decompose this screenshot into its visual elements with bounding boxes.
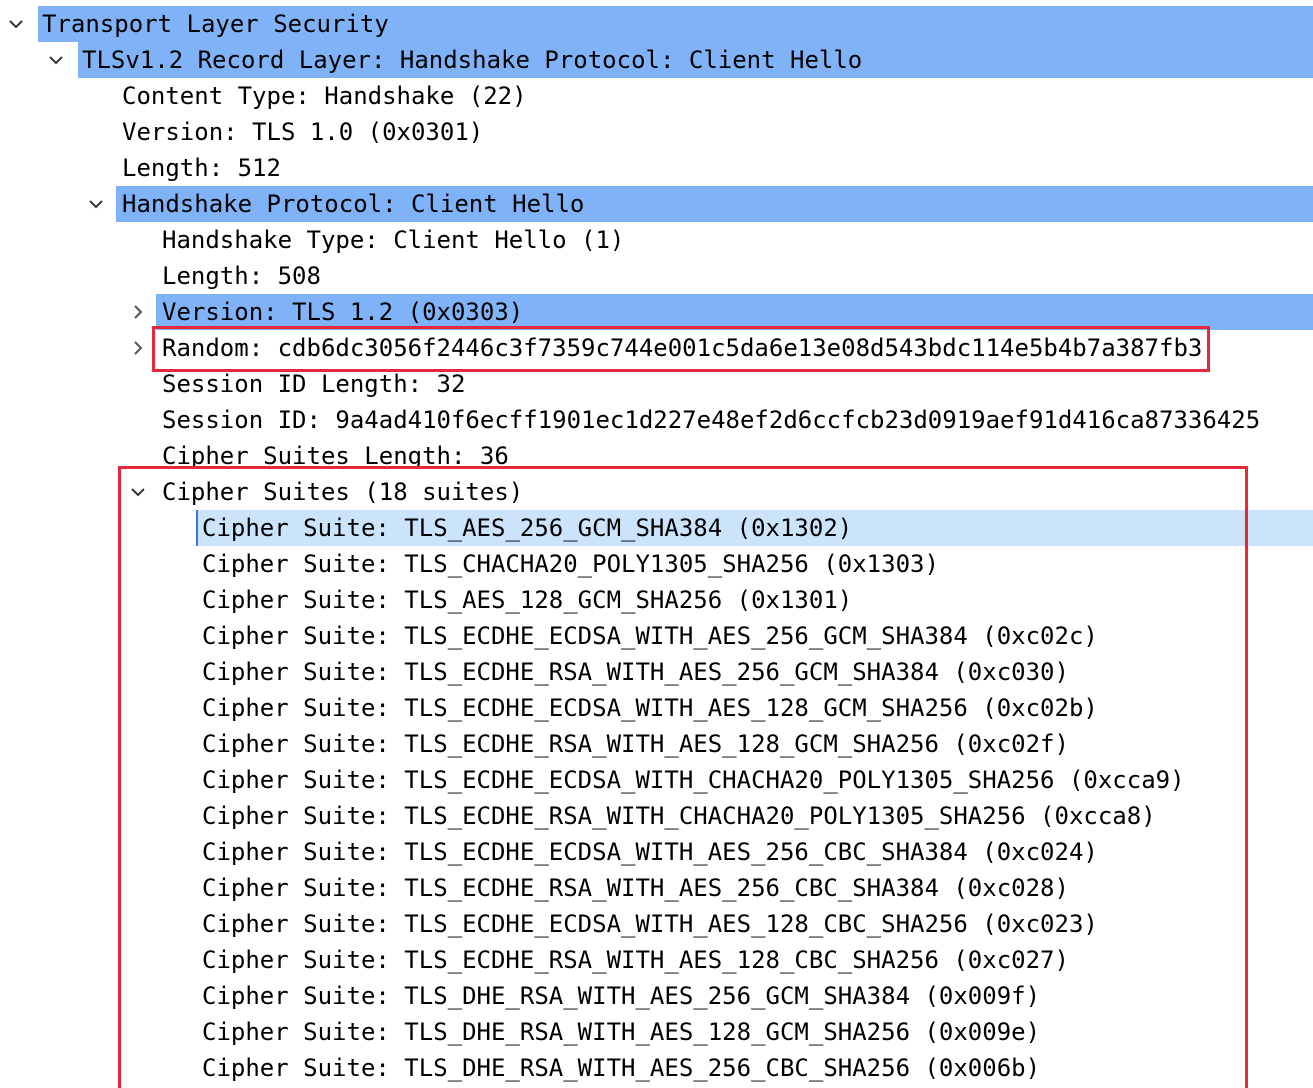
tree-node-handshake-protocol[interactable]: Handshake Protocol: Client Hello (0, 186, 1313, 222)
tree-node-label: Handshake Protocol: Client Hello (122, 190, 585, 218)
tree-node-label: TLSv1.2 Record Layer: Handshake Protocol… (82, 46, 863, 74)
tree-node-label: Content Type: Handshake (22) (122, 82, 527, 110)
tree-node-label: Handshake Type: Client Hello (1) (162, 226, 625, 254)
tree-node-record-length[interactable]: Length: 512 (0, 150, 1313, 186)
tree-node-label: Version: TLS 1.0 (0x0301) (122, 118, 484, 146)
tree-node-label: Length: 508 (162, 262, 321, 290)
chevron-right-icon[interactable] (126, 330, 150, 366)
annotation-box-cipher-suites (118, 466, 1248, 1088)
tree-node-label: Transport Layer Security (42, 10, 389, 38)
tree-node-content-type[interactable]: Content Type: Handshake (22) (0, 78, 1313, 114)
tree-node-handshake-length[interactable]: Length: 508 (0, 258, 1313, 294)
tree-node-label: Version: TLS 1.2 (0x0303) (162, 298, 524, 326)
chevron-down-icon[interactable] (84, 186, 108, 222)
tree-node-record-version[interactable]: Version: TLS 1.0 (0x0301) (0, 114, 1313, 150)
chevron-right-icon[interactable] (126, 294, 150, 330)
tree-node-record-layer[interactable]: TLSv1.2 Record Layer: Handshake Protocol… (0, 42, 1313, 78)
tree-node-label: Length: 512 (122, 154, 281, 182)
tree-node-label: Session ID: 9a4ad410f6ecff1901ec1d227e48… (162, 406, 1261, 434)
chevron-down-icon[interactable] (44, 42, 68, 78)
tree-node-handshake-version[interactable]: Version: TLS 1.2 (0x0303) (0, 294, 1313, 330)
tree-node-tls[interactable]: Transport Layer Security (0, 6, 1313, 42)
annotation-box-random (152, 326, 1210, 372)
tree-node-session-id[interactable]: Session ID: 9a4ad410f6ecff1901ec1d227e48… (0, 402, 1313, 438)
chevron-down-icon[interactable] (4, 6, 28, 42)
tree-node-handshake-type[interactable]: Handshake Type: Client Hello (1) (0, 222, 1313, 258)
